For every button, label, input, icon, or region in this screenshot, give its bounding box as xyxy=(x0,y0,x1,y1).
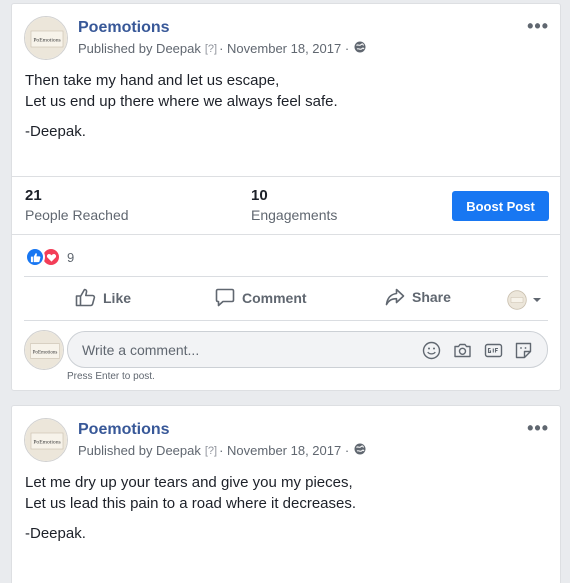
emoji-icon[interactable] xyxy=(422,341,441,365)
like-label: Like xyxy=(103,289,132,306)
people-reached-stat[interactable]: 21 People Reached xyxy=(25,187,129,223)
more-options-icon[interactable]: ••• xyxy=(527,17,549,35)
post-date[interactable]: · November 18, 2017 · xyxy=(219,443,349,458)
post-signature: -Deepak. xyxy=(25,525,86,542)
comment-button[interactable]: Comment xyxy=(215,288,307,307)
thumbs-up-icon xyxy=(75,288,96,307)
people-reached-value: 21 xyxy=(25,187,42,204)
post-body: Let me dry up your tears and give you my… xyxy=(25,472,356,544)
avatar-label: PoEmotions xyxy=(33,38,60,44)
page-avatar[interactable]: PoEmotions xyxy=(24,16,68,60)
post-line: Let us lead this pain to a road where it… xyxy=(25,495,357,512)
globe-icon xyxy=(354,443,366,458)
help-marker[interactable]: [?] xyxy=(205,43,217,55)
like-button[interactable]: Like xyxy=(75,288,131,307)
comment-input-box[interactable]: Write a comment... xyxy=(67,331,548,368)
avatar-label: PoEmotions xyxy=(33,440,60,446)
more-options-icon[interactable]: ••• xyxy=(527,419,549,437)
camera-icon[interactable] xyxy=(453,341,472,365)
boost-post-button[interactable]: Boost Post xyxy=(452,191,549,221)
comment-label: Comment xyxy=(242,289,307,306)
share-icon xyxy=(385,288,405,306)
gif-icon[interactable] xyxy=(484,341,503,365)
post-date[interactable]: · November 18, 2017 · xyxy=(219,41,349,56)
post-as-selector[interactable] xyxy=(507,290,543,310)
post-meta: Published by Deepak [?] · November 18, 2… xyxy=(78,443,366,458)
sticker-icon[interactable] xyxy=(514,341,533,365)
reaction-summary[interactable]: 9 xyxy=(25,247,74,267)
page-name-link[interactable]: Poemotions xyxy=(78,421,170,439)
post-card: PoEmotions Poemotions Published by Deepa… xyxy=(11,3,561,391)
globe-icon xyxy=(354,41,366,56)
divider xyxy=(24,320,548,321)
commenter-avatar[interactable]: PoEmotions xyxy=(24,330,64,370)
post-meta: Published by Deepak [?] · November 18, 2… xyxy=(78,41,366,56)
comment-hint: Press Enter to post. xyxy=(67,371,155,382)
page-avatar-small-icon xyxy=(507,290,527,310)
like-reaction-icon xyxy=(25,247,45,267)
post-line: Let us end up there where we always feel… xyxy=(25,93,338,110)
publisher-link[interactable]: Published by Deepak xyxy=(78,41,201,56)
engagements-value: 10 xyxy=(251,187,268,204)
page-name-link[interactable]: Poemotions xyxy=(78,19,170,37)
share-label: Share xyxy=(412,289,451,305)
divider xyxy=(24,276,548,277)
help-marker[interactable]: [?] xyxy=(205,445,217,457)
engagements-stat[interactable]: 10 Engagements xyxy=(251,187,337,223)
post-card: PoEmotions Poemotions Published by Deepa… xyxy=(11,405,561,583)
page-avatar[interactable]: PoEmotions xyxy=(24,418,68,462)
post-line: Let me dry up your tears and give you my… xyxy=(25,474,353,491)
share-button[interactable]: Share xyxy=(385,288,451,306)
people-reached-label: People Reached xyxy=(25,207,129,223)
post-body: Then take my hand and let us escape, Let… xyxy=(25,70,338,142)
comment-input[interactable]: Write a comment... xyxy=(82,342,199,358)
publisher-link[interactable]: Published by Deepak xyxy=(78,443,201,458)
reaction-count: 9 xyxy=(67,249,75,265)
chevron-down-icon xyxy=(533,298,541,302)
divider xyxy=(12,234,560,235)
post-signature: -Deepak. xyxy=(25,123,86,140)
avatar-label: PoEmotions xyxy=(33,349,58,355)
divider xyxy=(12,176,560,177)
comment-icon xyxy=(215,288,235,307)
engagements-label: Engagements xyxy=(251,207,338,223)
post-line: Then take my hand and let us escape, xyxy=(25,72,280,89)
